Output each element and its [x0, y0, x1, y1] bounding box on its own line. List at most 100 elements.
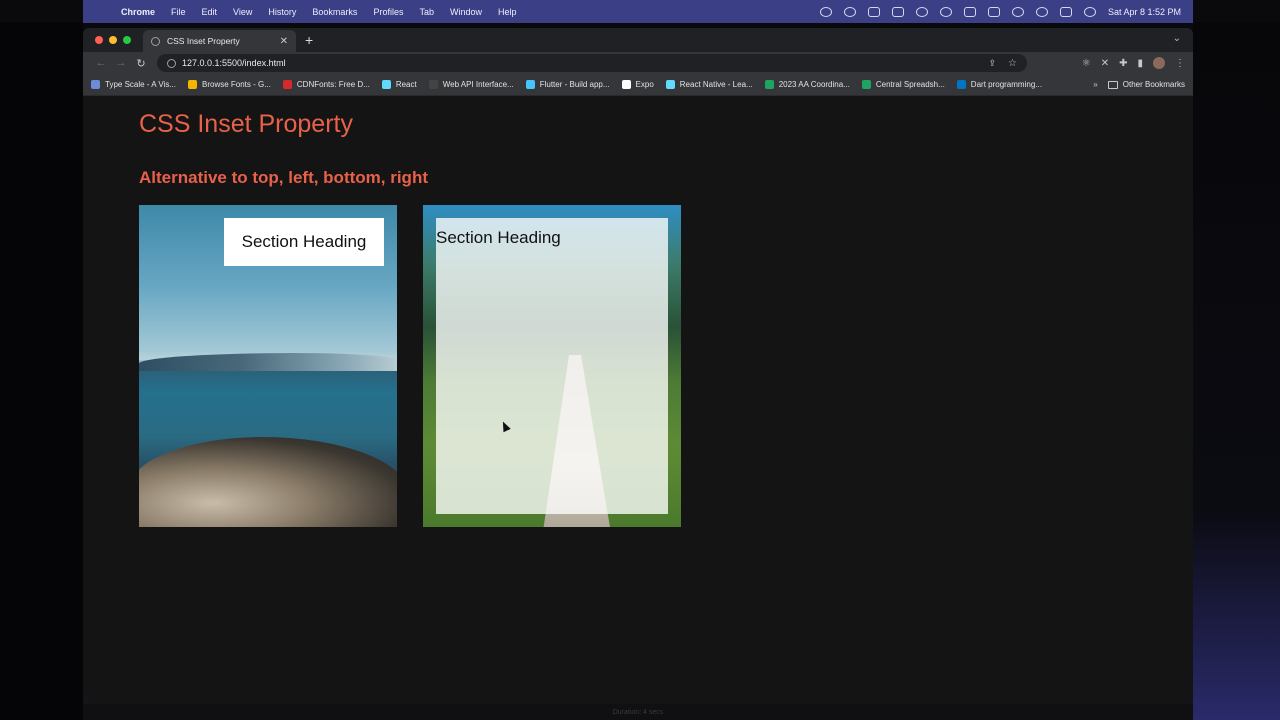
menu-help[interactable]: Help — [498, 7, 517, 17]
tab-strip: CSS Inset Property ✕ + ⌄ — [83, 28, 1193, 52]
menubar-status-area: Sat Apr 8 1:52 PM — [819, 6, 1181, 17]
new-tab-button[interactable]: + — [305, 32, 313, 48]
window-controls — [95, 36, 131, 44]
bookmark-item[interactable]: Web API Interface... — [428, 80, 514, 89]
bookmark-favicon — [188, 80, 197, 89]
screen-record-icon[interactable] — [867, 6, 880, 17]
display-icon[interactable] — [891, 6, 904, 17]
bookmark-item[interactable]: CDNFonts: Free D... — [282, 80, 370, 89]
bookmark-item[interactable]: Flutter - Build app... — [525, 80, 610, 89]
headphones-icon[interactable] — [915, 6, 928, 17]
minimize-window-button[interactable] — [109, 36, 117, 44]
control-center-icon[interactable] — [1059, 6, 1072, 17]
profile-avatar[interactable] — [1153, 57, 1165, 69]
bookmarks-bar: Type Scale - A Vis... Browse Fonts - G..… — [83, 74, 1193, 96]
bookmark-label: 2023 AA Coordina... — [778, 80, 850, 89]
menu-view[interactable]: View — [233, 7, 252, 17]
menu-profiles[interactable]: Profiles — [373, 7, 403, 17]
globe-icon — [151, 36, 160, 46]
card-inset-overlay — [436, 218, 668, 514]
menu-window[interactable]: Window — [450, 7, 482, 17]
back-arrow-icon[interactable]: ← — [91, 57, 111, 69]
close-window-button[interactable] — [95, 36, 103, 44]
dot-icon[interactable] — [939, 6, 952, 17]
share-icon[interactable]: ⇪ — [988, 58, 996, 69]
bookmark-favicon — [91, 80, 100, 89]
bookmark-item[interactable]: Central Spreadsh... — [861, 80, 945, 89]
menu-bookmarks[interactable]: Bookmarks — [312, 7, 357, 17]
recording-status-bar: Duration: 4 secs — [83, 704, 1193, 720]
extension-icon[interactable]: ✕ — [1101, 58, 1109, 69]
forward-arrow-icon[interactable]: → — [111, 57, 131, 69]
bookmark-item[interactable]: Type Scale - A Vis... — [91, 80, 176, 89]
bookmark-item[interactable]: Expo — [621, 80, 654, 89]
bookmark-item[interactable]: 2023 AA Coordina... — [764, 80, 850, 89]
status-duration: Duration: 4 secs — [612, 708, 664, 716]
menu-file[interactable]: File — [171, 7, 186, 17]
bookmark-label: Dart programming... — [970, 80, 1042, 89]
ocean-image-rocks — [139, 437, 397, 527]
wifi-icon[interactable] — [1011, 6, 1024, 17]
other-bookmarks-label: Other Bookmarks — [1122, 80, 1185, 89]
bookmark-label: Type Scale - A Vis... — [105, 80, 176, 89]
menubar-clock[interactable]: Sat Apr 8 1:52 PM — [1108, 7, 1181, 17]
bookmark-favicon — [381, 80, 391, 89]
bookmark-label: Web API Interface... — [442, 80, 514, 89]
zoom-window-button[interactable] — [123, 36, 131, 44]
toolbar-extensions: ⚛ ✕ ✚ ▮ ⋮ — [1082, 57, 1185, 69]
bookmark-item[interactable]: React — [381, 80, 417, 89]
forest-path-card: Section Heading — [423, 205, 681, 527]
menu-edit[interactable]: Edit — [202, 7, 218, 17]
mac-menubar: Chrome File Edit View History Bookmarks … — [83, 0, 1193, 23]
menu-app-name[interactable]: Chrome — [121, 7, 155, 17]
bookmark-item[interactable]: React Native - Lea... — [665, 80, 753, 89]
reload-icon[interactable]: ↻ — [131, 57, 151, 70]
ocean-image-mountains — [139, 353, 397, 371]
tab-title: CSS Inset Property — [167, 36, 240, 46]
siri-icon[interactable] — [1083, 6, 1096, 17]
ocean-card: Section Heading — [139, 205, 397, 527]
site-info-icon[interactable] — [167, 58, 176, 68]
card-heading-box: Section Heading — [224, 218, 384, 266]
side-panel-icon[interactable]: ▮ — [1137, 58, 1143, 69]
desktop-left — [0, 22, 83, 720]
location-icon[interactable] — [843, 6, 856, 17]
card-heading-overlay: Section Heading — [436, 228, 561, 247]
bookmark-item[interactable]: Browse Fonts - G... — [188, 80, 271, 89]
other-bookmarks-button[interactable]: Other Bookmarks — [1107, 80, 1185, 89]
folder-icon — [1107, 80, 1118, 89]
kebab-menu-icon[interactable]: ⋮ — [1175, 58, 1185, 69]
bookmark-label: React — [395, 80, 417, 89]
tab-active[interactable]: CSS Inset Property ✕ — [143, 30, 296, 52]
menu-history[interactable]: History — [268, 7, 296, 17]
bookmark-favicon — [621, 80, 631, 89]
close-tab-icon[interactable]: ✕ — [280, 36, 288, 47]
puzzle-icon[interactable]: ✚ — [1119, 58, 1127, 69]
bookmark-label: Expo — [635, 80, 654, 89]
bookmarks-overflow-button[interactable]: » — [1093, 80, 1097, 89]
page-viewport: CSS Inset Property Alternative to top, l… — [83, 96, 1193, 698]
battery-icon[interactable] — [987, 6, 1000, 17]
bookmark-favicon — [282, 80, 292, 89]
cloud-icon[interactable] — [819, 6, 832, 17]
bookmark-star-icon[interactable]: ☆ — [1008, 58, 1017, 69]
bookmark-label: Flutter - Build app... — [539, 80, 610, 89]
search-icon[interactable] — [1035, 6, 1048, 17]
bookmark-label: React Native - Lea... — [679, 80, 753, 89]
address-bar[interactable]: 127.0.0.1:5500/index.html ⇪ ☆ — [157, 54, 1027, 72]
react-devtools-icon[interactable]: ⚛ — [1082, 58, 1091, 69]
bookmark-item[interactable]: Dart programming... — [956, 80, 1042, 89]
url-text[interactable]: 127.0.0.1:5500/index.html — [182, 58, 286, 68]
desktop-right — [1193, 22, 1280, 720]
browser-toolbar: ← → ↻ 127.0.0.1:5500/index.html ⇪ ☆ ⚛ ✕ … — [83, 52, 1193, 74]
browser-window: CSS Inset Property ✕ + ⌄ ← → ↻ 127.0.0.1… — [83, 28, 1193, 720]
tab-search-chevron-icon[interactable]: ⌄ — [1173, 33, 1181, 44]
menu-tab[interactable]: Tab — [419, 7, 434, 17]
bluetooth-icon[interactable] — [963, 6, 976, 17]
page-title: CSS Inset Property — [139, 110, 353, 138]
bookmark-favicon — [525, 80, 535, 89]
page-subtitle: Alternative to top, left, bottom, right — [139, 168, 428, 187]
bookmark-favicon — [861, 80, 871, 89]
bookmark-label: CDNFonts: Free D... — [296, 80, 370, 89]
bookmark-favicon — [764, 80, 774, 89]
